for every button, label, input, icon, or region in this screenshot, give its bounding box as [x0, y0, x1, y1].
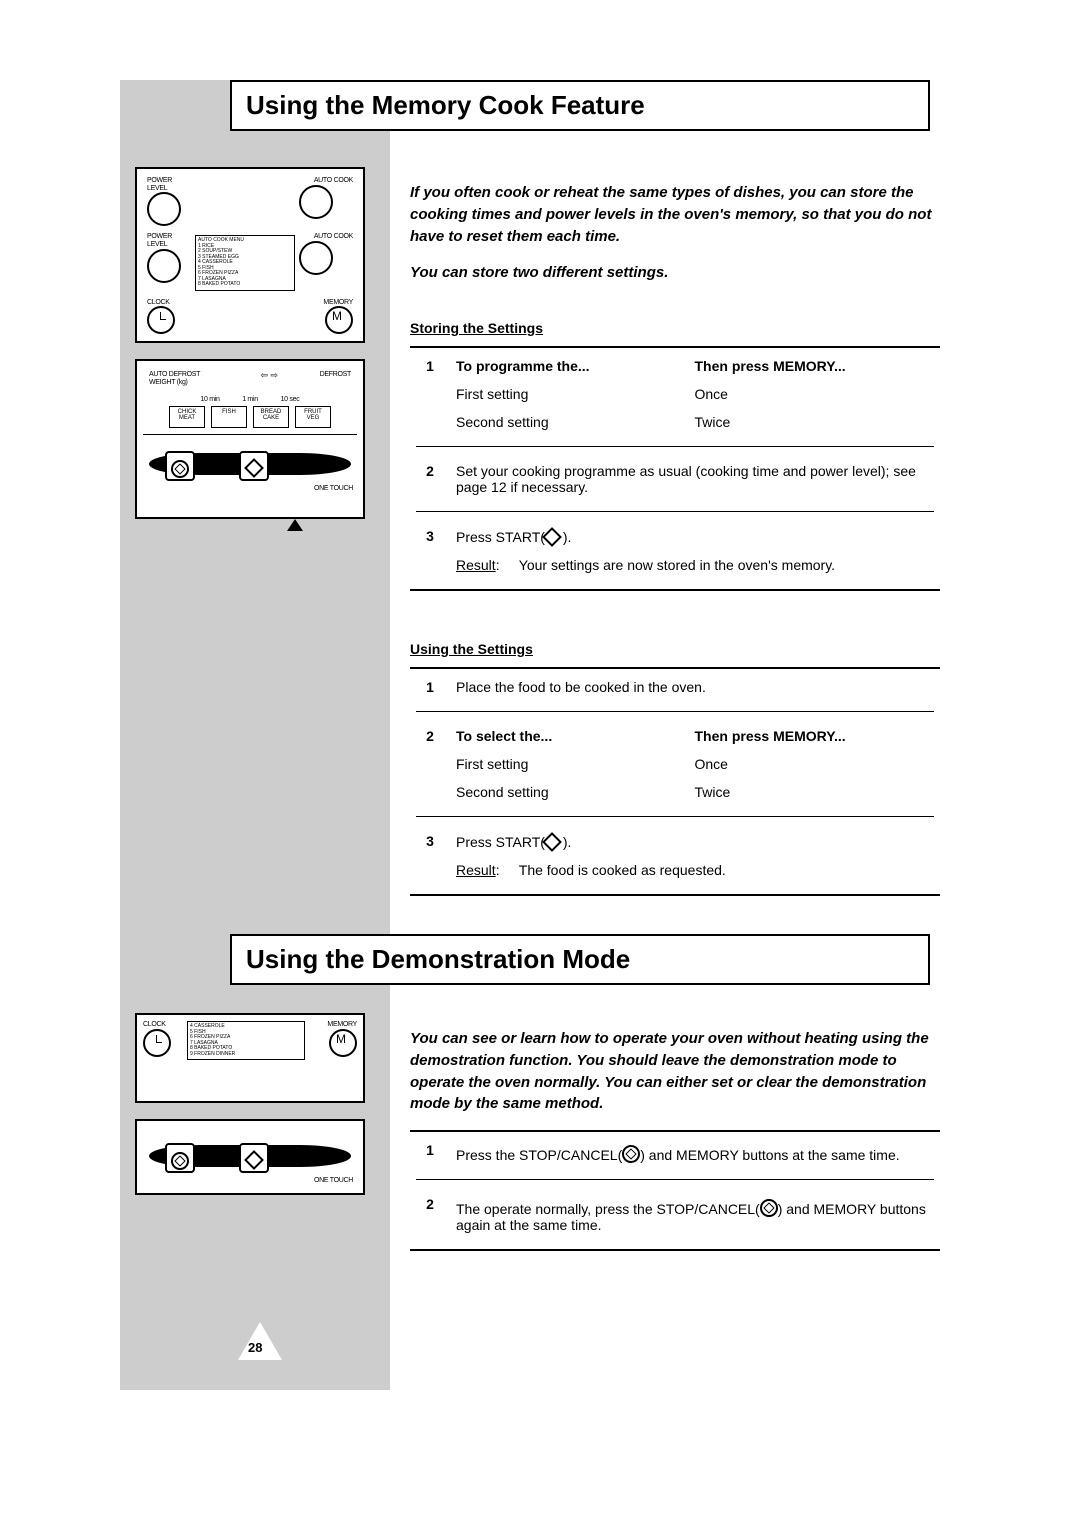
- step-number: 1: [410, 352, 450, 380]
- memory-icon: M: [329, 1029, 357, 1057]
- start-button: [239, 1143, 269, 1173]
- pointer-arrow-icon: [287, 519, 303, 531]
- step-number: 2: [410, 722, 450, 750]
- step-number: 3: [410, 827, 450, 856]
- storing-heading: Storing the Settings: [410, 320, 940, 336]
- start-icon: [545, 530, 559, 544]
- cell: Once: [689, 750, 941, 778]
- dial-icon: [147, 192, 181, 226]
- step-text: The operate normally, press the STOP/CAN…: [450, 1190, 940, 1239]
- stop-cancel-icon: [760, 1199, 778, 1217]
- time-button: CHICKMEAT: [169, 406, 205, 428]
- stop-cancel-icon: [171, 1152, 189, 1170]
- heading-text: Using the Demonstration Mode: [246, 944, 914, 975]
- dial-icon: [147, 249, 181, 283]
- demo-steps-table: 1 Press the STOP/CANCEL() and MEMORY but…: [410, 1136, 940, 1239]
- memory-icon: M: [325, 306, 353, 334]
- clock-icon: [143, 1029, 171, 1057]
- storing-steps-table: 1 To programme the... Then press MEMORY.…: [410, 352, 940, 579]
- cell: First setting: [450, 380, 689, 408]
- start-icon: [247, 1153, 261, 1167]
- result-row: Result: The food is cooked as requested.: [450, 856, 940, 884]
- control-panel-bottom: AUTO DEFROSTWEIGHT (kg) ⇦ ⇨ DEFROST 10 m…: [135, 359, 365, 519]
- time-button: FISH: [211, 406, 247, 428]
- intro-paragraph-demo: You can see or learn how to operate your…: [410, 1028, 940, 1115]
- using-heading: Using the Settings: [410, 641, 940, 657]
- step-text: Place the food to be cooked in the oven.: [450, 673, 940, 701]
- start-button: [239, 451, 269, 481]
- step-text: Press START( ).: [450, 827, 940, 856]
- page-number: 28: [248, 1340, 262, 1355]
- illustration-column-2: CLOCK 4 CASSEROLE5 FISH6 FROZEN PIZZA7 L…: [120, 1013, 390, 1255]
- step-text: Press the STOP/CANCEL() and MEMORY butto…: [450, 1136, 940, 1169]
- time-button: BREADCAKE: [253, 406, 289, 428]
- result-row: Result: Your settings are now stored in …: [450, 551, 940, 579]
- intro-paragraph: If you often cook or reheat the same typ…: [410, 182, 940, 247]
- page-content: Using the Memory Cook Feature POWER LEVE…: [120, 80, 950, 1255]
- start-icon: [545, 835, 559, 849]
- stop-cancel-button: [165, 1143, 195, 1173]
- col-header: To select the...: [450, 722, 689, 750]
- step-text: Set your cooking programme as usual (coo…: [450, 457, 940, 501]
- heading-demo-mode: Using the Demonstration Mode: [230, 934, 930, 985]
- start-icon: [247, 461, 261, 475]
- step-number: 3: [410, 522, 450, 551]
- page-sheet: Using the Memory Cook Feature POWER LEVE…: [0, 0, 1080, 1528]
- using-steps-table: 1 Place the food to be cooked in the ove…: [410, 673, 940, 884]
- stop-cancel-icon: [171, 460, 189, 478]
- cell: First setting: [450, 750, 689, 778]
- step-number: 2: [410, 457, 450, 501]
- cell: Twice: [689, 408, 941, 436]
- col-header: Then press MEMORY...: [689, 722, 941, 750]
- cell: Once: [689, 380, 941, 408]
- clock-icon: [147, 306, 175, 334]
- control-panel-top: POWER LEVEL AUTO COOK POWER LEVEL: [135, 167, 365, 343]
- control-panel-small-bottom: ONE TOUCH: [135, 1119, 365, 1195]
- cell: Second setting: [450, 778, 689, 806]
- control-panel-small-top: CLOCK 4 CASSEROLE5 FISH6 FROZEN PIZZA7 L…: [135, 1013, 365, 1103]
- step-number: 1: [410, 1136, 450, 1169]
- dial-icon: [299, 185, 333, 219]
- time-button: FRUITVEG: [295, 406, 331, 428]
- stop-cancel-button: [165, 451, 195, 481]
- illustration-column: POWER LEVEL AUTO COOK POWER LEVEL: [120, 167, 390, 900]
- dial-icon: [299, 241, 333, 275]
- step-number: 1: [410, 673, 450, 701]
- stop-cancel-icon: [622, 1145, 640, 1163]
- cell: Second setting: [450, 408, 689, 436]
- intro-paragraph-2: You can store two different settings.: [410, 262, 940, 284]
- col-header: To programme the...: [450, 352, 689, 380]
- text-column: If you often cook or reheat the same typ…: [390, 167, 950, 900]
- heading-text: Using the Memory Cook Feature: [246, 90, 914, 121]
- text-column-2: You can see or learn how to operate your…: [390, 1013, 950, 1255]
- step-text: Press START( ).: [450, 522, 940, 551]
- heading-memory-cook: Using the Memory Cook Feature: [230, 80, 930, 131]
- step-number: 2: [410, 1190, 450, 1239]
- col-header: Then press MEMORY...: [689, 352, 941, 380]
- cell: Twice: [689, 778, 941, 806]
